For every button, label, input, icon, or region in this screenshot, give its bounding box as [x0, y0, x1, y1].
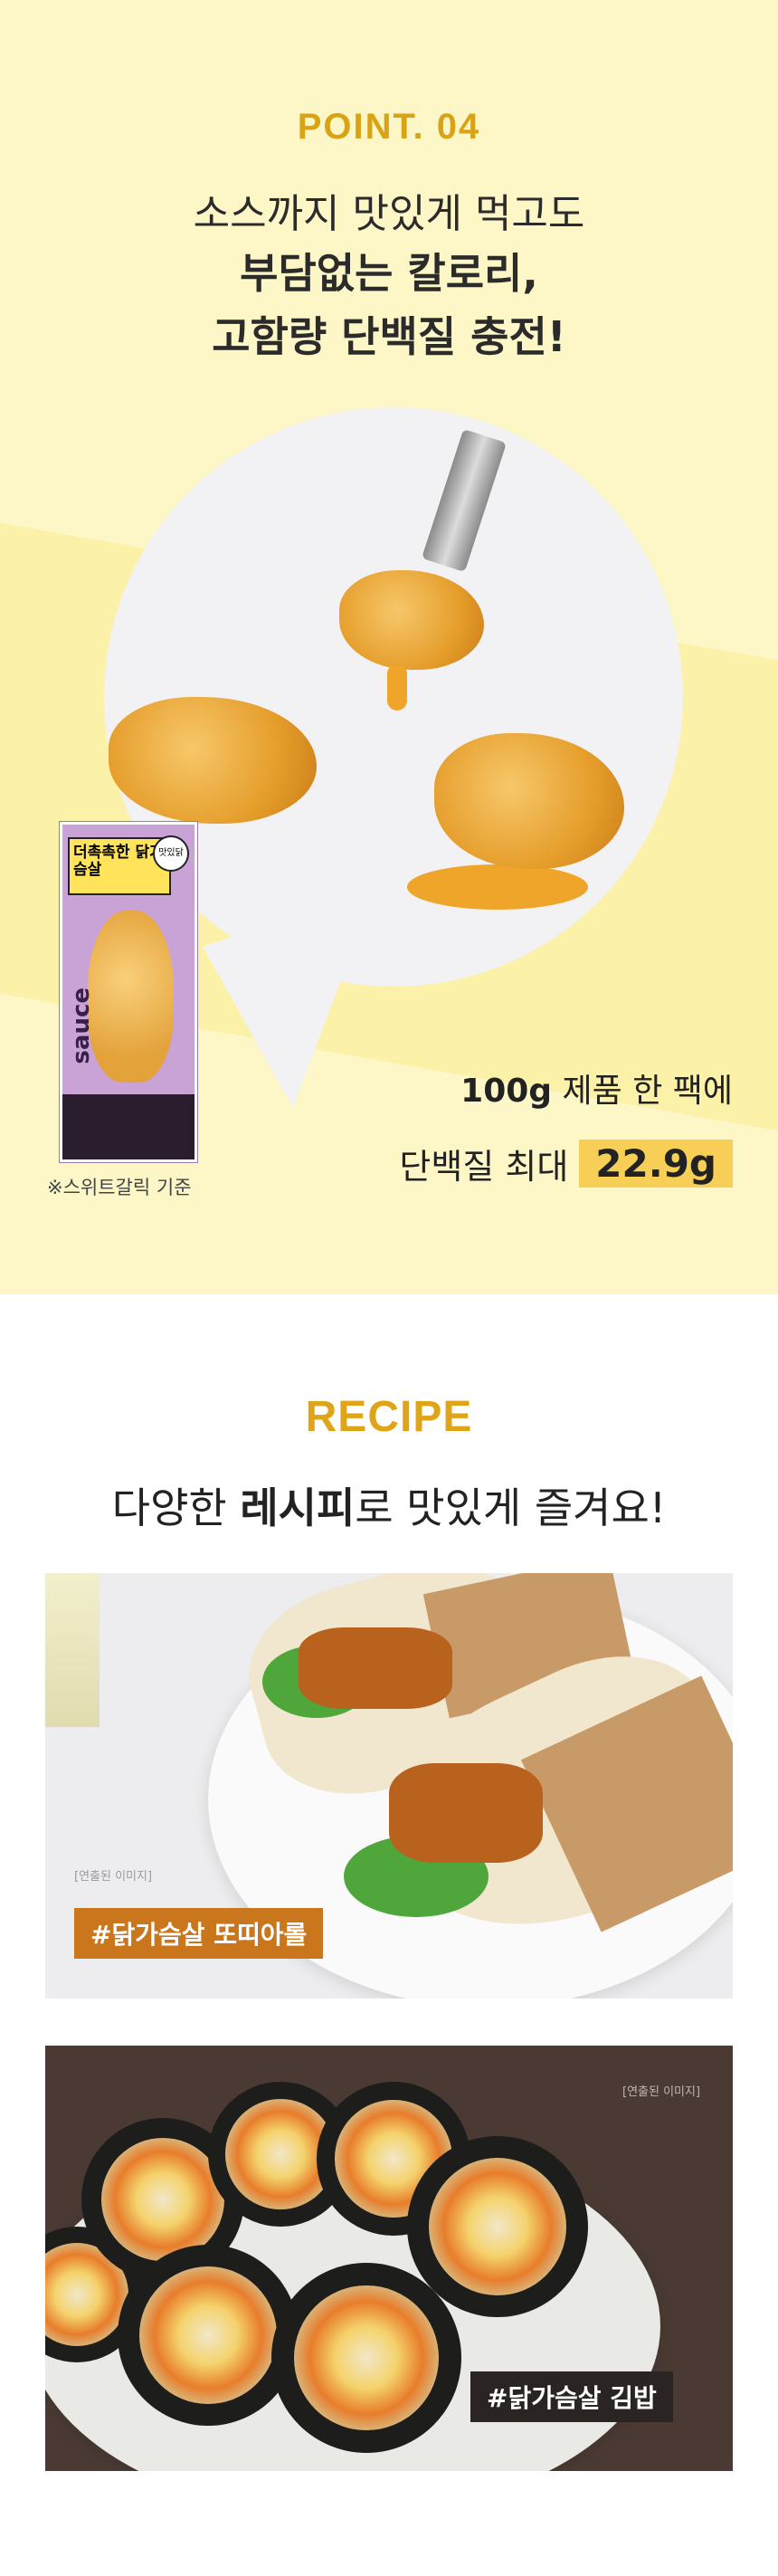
protein-label: 단백질 최대 — [399, 1146, 569, 1187]
recipe-headline-post: 로 맛있게 즐겨요! — [355, 1484, 667, 1532]
package-sauce-label: sauce — [68, 987, 95, 1064]
staged-image-note: [연출된 이미지] — [74, 1870, 153, 1884]
gimbap-roll — [118, 2245, 299, 2426]
package-chicken-image — [88, 911, 174, 1083]
serving-line: 100g 제품 한 팩에 — [460, 1064, 733, 1111]
chicken-filling — [389, 1763, 543, 1863]
package-bottom-splash — [62, 1094, 194, 1159]
sauce-drip — [387, 665, 407, 711]
headline-line-1: 소스까지 맛있게 먹고도 — [193, 191, 585, 237]
package-badge: 맛있닭 — [153, 835, 189, 872]
recipe-headline: 다양한 레시피로 맛있게 즐겨요! — [0, 1475, 778, 1535]
headline-line-2: 부담없는 칼로리, — [240, 249, 538, 298]
chicken-filling — [299, 1627, 452, 1709]
serving-amount: 100g — [460, 1073, 553, 1110]
recipe-headline-pre: 다양한 — [111, 1484, 241, 1532]
point-label: POINT. 04 — [297, 107, 481, 147]
gimbap-roll — [271, 2263, 461, 2453]
recipe-tag-tortilla: #닭가슴살 또띠아롤 — [74, 1908, 324, 1959]
headline-line-3: 고함량 단백질 충전! — [212, 312, 566, 361]
protein-line: 단백질 최대 22.9g — [399, 1136, 733, 1190]
staged-image-note: [연출된 이미지] — [622, 2085, 701, 2099]
glass-image — [45, 1573, 100, 1727]
point-section: POINT. 04 소스까지 맛있게 먹고도 부담없는 칼로리, 고함량 단백질… — [0, 0, 778, 1294]
gimbap-roll — [407, 2136, 588, 2317]
sauce-puddle — [407, 864, 588, 910]
serving-suffix: 제품 한 팩에 — [552, 1073, 734, 1110]
product-package: 더촉촉한 닭가슴살 맛있닭 sauce — [60, 822, 197, 1162]
base-note: ※스위트갈릭 기준 — [47, 1177, 192, 1198]
recipe-headline-bold: 레시피 — [240, 1484, 356, 1532]
recipe-label: RECIPE — [305, 1393, 473, 1441]
protein-value: 22.9g — [579, 1139, 733, 1188]
recipe-tag-gimbap: #닭가슴살 김밥 — [470, 2371, 673, 2422]
